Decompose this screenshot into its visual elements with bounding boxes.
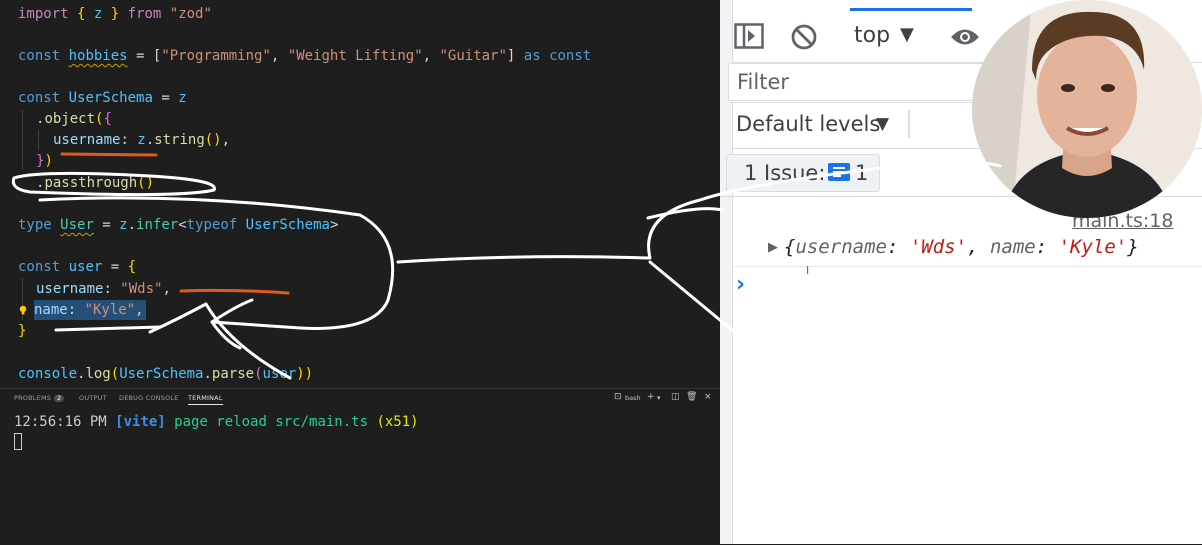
code-line-3: const hobbies = ["Programming", "Weight … [18,48,592,64]
active-tab-indicator [850,8,972,11]
trash-icon[interactable]: 🗑 [686,392,697,402]
split-terminal-icon[interactable]: ◫ [671,392,680,402]
new-terminal-icon[interactable]: + [647,392,655,402]
code-line-15: name: "Kyle", [34,300,146,320]
toolbar-divider [908,110,910,138]
chevron-down-icon[interactable]: ▼ [876,114,889,134]
code-line-8: }) [36,153,53,169]
issues-count: 1 [855,161,869,185]
problems-count-badge: 2 [54,395,65,402]
terminal-output-line: 12:56:16 PM [vite] page reload src/main.… [14,414,419,430]
console-prompt[interactable]: › [736,272,745,297]
issues-button[interactable]: 1 Issue: 1 [726,154,880,192]
text-cursor-icon: I [806,264,810,277]
tab-output[interactable]: OUTPUT [79,394,107,402]
filter-input[interactable]: Filter [728,63,987,101]
code-line-13: const user = { [18,259,137,275]
sidebar-toggle-icon[interactable] [734,23,764,53]
shell-name[interactable]: bash [625,394,641,402]
code-line-5: const UserSchema = z [18,90,187,106]
chevron-down-icon[interactable]: ▼ [900,24,914,45]
expand-triangle-icon[interactable]: ▶ [768,240,778,255]
code-editor[interactable]: import { z } from "zod" const hobbies = … [0,0,720,388]
tab-debug-console[interactable]: DEBUG CONSOLE [119,394,179,402]
scroll-marker [724,16,728,40]
terminal-panel: PROBLEMS 2 OUTPUT DEBUG CONSOLE TERMINAL … [0,388,720,545]
close-icon[interactable]: × [704,392,712,402]
indent-guide [38,130,39,150]
clear-console-icon[interactable] [790,23,818,55]
context-selector[interactable]: top [854,23,890,48]
tab-problems[interactable]: PROBLEMS 2 [14,394,65,402]
code-line-11: type User = z.infer<typeof UserSchema> [18,217,339,233]
lightbulb-icon[interactable] [19,300,27,315]
divider [732,266,1202,267]
tab-terminal[interactable]: TERMINAL [188,394,223,405]
filter-placeholder: Filter [737,70,790,94]
code-line-1: import { z } from "zod" [18,6,212,22]
chevron-down-icon[interactable]: ▾ [657,394,661,402]
indent-guide [22,110,23,170]
code-line-16: } [18,323,27,339]
log-levels-dropdown[interactable]: Default levels [736,112,880,136]
webcam-overlay [972,0,1202,218]
terminal-shell-icon[interactable]: ⊡ [614,392,622,402]
code-line-9: .passthrough() [36,175,155,191]
code-line-18: console.log(UserSchema.parse(user)) [18,366,314,382]
code-line-7: username: z.string(), [53,132,231,148]
code-line-14: username: "Wds", [36,281,171,297]
issues-label: 1 Issue: [744,161,826,185]
terminal-cursor[interactable] [14,433,22,450]
eye-icon[interactable] [949,26,981,52]
console-log-object[interactable]: {username: 'Wds', name: 'Kyle'} [784,236,1139,258]
message-icon [828,163,850,181]
code-line-6: .object({ [36,111,112,127]
